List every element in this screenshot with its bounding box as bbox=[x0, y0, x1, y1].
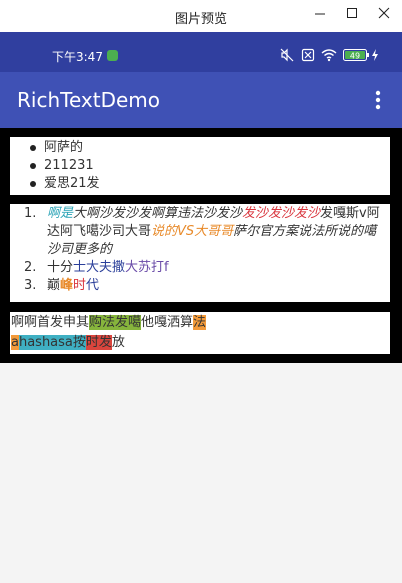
maximize-button[interactable] bbox=[340, 4, 364, 24]
app-bar: RichTextDemo bbox=[0, 72, 402, 128]
styled-text: 巅 bbox=[47, 278, 61, 293]
list-item: 2. 十分士大夫撒大苏打f bbox=[10, 259, 390, 277]
window-title-bar: 图片预览 bbox=[0, 0, 402, 32]
minimize-icon bbox=[315, 13, 325, 15]
styled-text: 士大夫撒 bbox=[73, 260, 126, 275]
maximize-icon bbox=[347, 8, 357, 18]
ordered-list-box: 1. 啊是大啊沙发沙发啊算违法沙发沙发沙发沙发沙发嘎斯v阿达阿飞噶沙司大哥说的V… bbox=[10, 204, 390, 302]
styled-text: 代 bbox=[86, 278, 100, 293]
styled-text: 他嘎洒算 bbox=[141, 315, 194, 330]
highlight-paragraph: 啊啊首发申其购法发噶他嘎洒算法 ahashasa按时发放 bbox=[10, 312, 390, 353]
app-window: 图片预览 下午3:47 49 RichTextDemo 阿萨的 211231 爱… bbox=[0, 0, 402, 583]
no-sim-icon bbox=[301, 48, 315, 62]
ordered-list: 1. 啊是大啊沙发沙发啊算违法沙发沙发沙发沙发沙发嘎斯v阿达阿飞噶沙司大哥说的V… bbox=[10, 204, 390, 295]
more-vertical-icon bbox=[375, 90, 381, 110]
highlighted-text: 购法发噶 bbox=[89, 315, 142, 330]
styled-text: 啊啊首发申其 bbox=[11, 315, 90, 330]
mute-icon bbox=[280, 48, 294, 62]
bullet-list-box: 阿萨的 211231 爱思21发 bbox=[10, 137, 390, 195]
highlighted-text: hashasa按 bbox=[18, 335, 86, 350]
styled-text: 大苏打f bbox=[125, 260, 169, 275]
minimize-button[interactable] bbox=[308, 4, 332, 24]
styled-text: 说的VS大哥哥 bbox=[151, 224, 234, 239]
list-item: 211231 bbox=[28, 157, 390, 175]
highlighted-text: 时发 bbox=[85, 335, 112, 350]
list-item: 阿萨的 bbox=[28, 139, 390, 157]
battery-icon: 49 bbox=[343, 49, 369, 61]
status-time: 下午3:47 bbox=[52, 50, 103, 64]
list-number: 2. bbox=[24, 260, 37, 275]
app-title: RichTextDemo bbox=[17, 88, 160, 112]
charging-icon bbox=[372, 49, 378, 61]
rich-text-content: 阿萨的 211231 爱思21发 1. 啊是大啊沙发沙发啊算违法沙发沙发沙发沙发… bbox=[0, 128, 402, 363]
close-icon bbox=[378, 7, 390, 19]
wifi-icon bbox=[321, 49, 337, 62]
list-number: 3. bbox=[24, 278, 37, 293]
highlighted-text: a bbox=[11, 335, 19, 350]
wechat-notification-icon bbox=[107, 50, 118, 61]
styled-text: 啊是 bbox=[47, 206, 74, 221]
styled-text: 峰 bbox=[60, 278, 74, 293]
styled-text: 发沙发沙发沙 bbox=[242, 206, 321, 221]
list-item: 3. 巅峰时代 bbox=[10, 277, 390, 295]
list-item: 1. 啊是大啊沙发沙发啊算违法沙发沙发沙发沙发沙发嘎斯v阿达阿飞噶沙司大哥说的V… bbox=[10, 205, 390, 259]
list-number: 1. bbox=[24, 206, 37, 221]
highlight-text-box: 啊啊首发申其购法发噶他嘎洒算法 ahashasa按时发放 bbox=[10, 312, 390, 354]
battery-level: 49 bbox=[350, 52, 360, 61]
status-bar: 下午3:47 49 bbox=[0, 32, 402, 72]
bullet-list: 阿萨的 211231 爱思21发 bbox=[10, 137, 390, 193]
styled-text: 时 bbox=[73, 278, 87, 293]
styled-text: 放 bbox=[111, 335, 125, 350]
styled-text: 大啊沙发沙发啊算违法沙发沙 bbox=[73, 206, 243, 221]
list-item: 爱思21发 bbox=[28, 175, 390, 193]
overflow-menu-button[interactable] bbox=[368, 88, 388, 112]
close-button[interactable] bbox=[372, 4, 396, 24]
highlighted-text: 法 bbox=[193, 315, 207, 330]
styled-text: 十分 bbox=[47, 260, 74, 275]
